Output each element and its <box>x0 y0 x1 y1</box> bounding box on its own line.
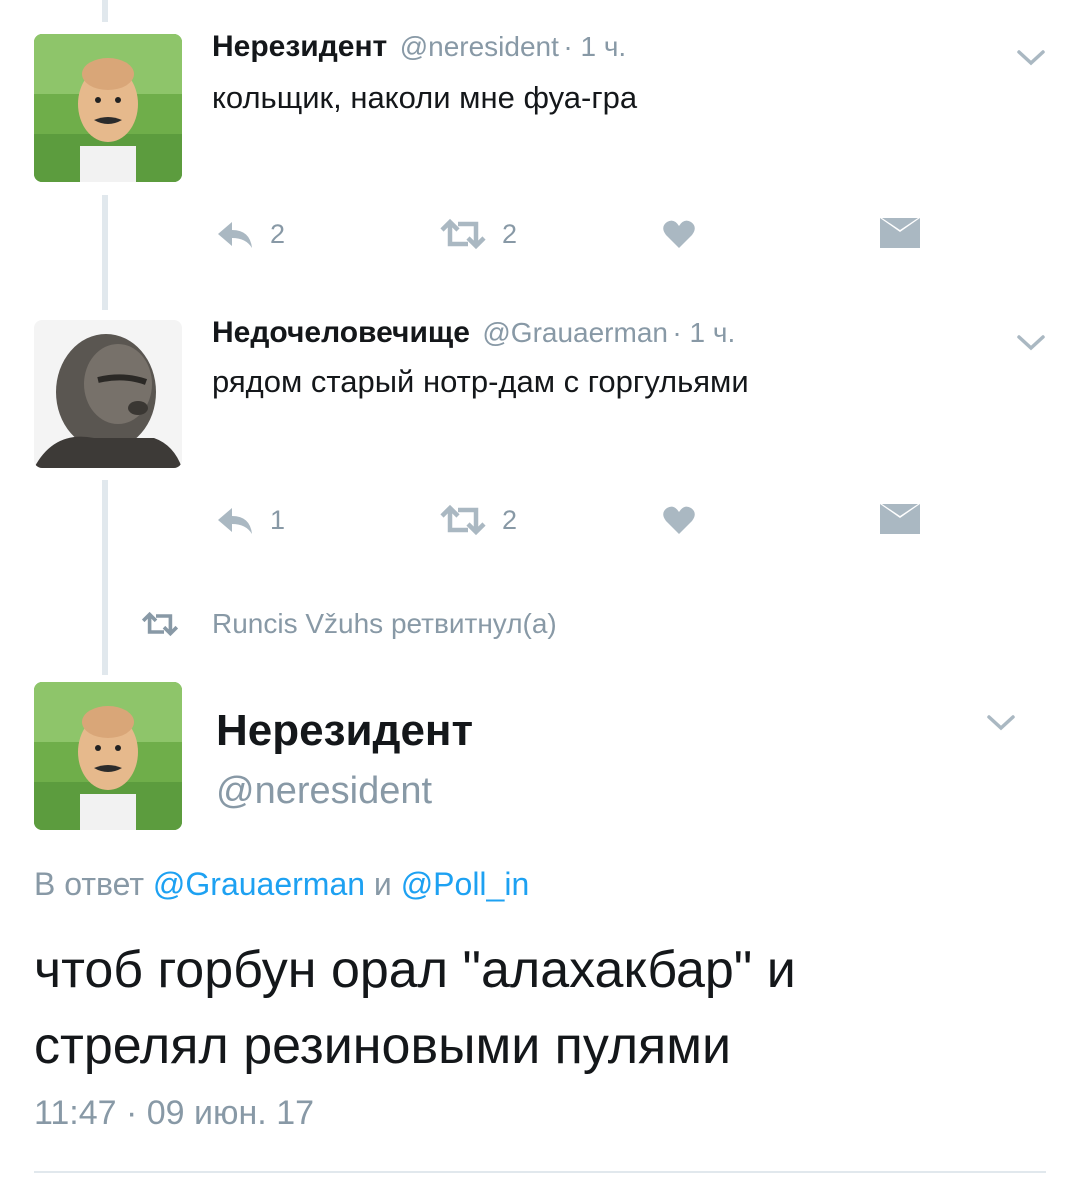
dot-separator: · <box>672 317 690 348</box>
reply-count: 2 <box>270 218 286 249</box>
reply-to: В ответ @Grauaerman и @Poll_in <box>34 866 529 903</box>
main-tweet-text: чтоб горбун орал "алахакбар" и стрелял р… <box>34 932 796 1084</box>
avatar[interactable] <box>34 682 182 830</box>
retweeted-by[interactable]: Runcis Vžuhs ретвитнул(а) <box>212 608 557 640</box>
retweet-icon <box>440 504 486 536</box>
chevron-down-icon[interactable] <box>986 713 1016 733</box>
tweet-timestamp[interactable]: 11:47 · 09 июн. 17 <box>34 1094 314 1133</box>
mention-link[interactable]: @Poll_in <box>401 866 530 902</box>
author-name[interactable]: Нерезидент <box>212 30 387 63</box>
chevron-down-icon[interactable] <box>1016 48 1046 68</box>
tweet-time[interactable]: 1 ч. <box>690 317 736 348</box>
direct-message-button[interactable] <box>880 218 920 248</box>
mention-link[interactable]: @Grauaerman <box>153 866 365 902</box>
reply-icon <box>218 508 252 534</box>
like-button[interactable] <box>662 218 696 250</box>
main-author-handle[interactable]: @neresident <box>216 770 432 813</box>
tweet-time[interactable]: 1 ч. <box>580 31 626 62</box>
heart-icon <box>663 220 695 248</box>
avatar[interactable] <box>34 320 182 468</box>
retweet-context: Runcis Vžuhs ретвитнул(а) <box>140 608 557 640</box>
tweet-header: Нерезидент @neresident · 1 ч. <box>212 30 626 64</box>
author-handle[interactable]: @neresident <box>400 31 559 62</box>
author-name[interactable]: Недочеловечище <box>212 316 470 349</box>
retweet-icon <box>440 218 486 250</box>
retweet-button[interactable]: 2 <box>438 218 517 250</box>
tweet-header: Недочеловечище @Grauaerman · 1 ч. <box>212 316 735 350</box>
reply-button[interactable]: 2 <box>216 218 285 250</box>
tweet-text: кольщик, наколи мне фуа-гра <box>212 80 638 115</box>
divider <box>34 1171 1046 1173</box>
dot-separator: · <box>563 31 581 62</box>
main-author-name[interactable]: Нерезидент <box>216 706 473 756</box>
author-handle[interactable]: @Grauaerman <box>482 317 668 348</box>
thread-line <box>102 0 108 22</box>
heart-icon <box>663 506 695 534</box>
retweet-count: 2 <box>502 504 518 535</box>
tweet-text: рядом старый нотр-дам с горгульями <box>212 364 749 399</box>
reply-icon <box>218 222 252 248</box>
retweet-button[interactable]: 2 <box>438 504 517 536</box>
thread-line <box>102 480 108 675</box>
envelope-icon <box>880 218 920 248</box>
retweet-count: 2 <box>502 218 518 249</box>
reply-and: и <box>373 866 392 902</box>
reply-count: 1 <box>270 504 286 535</box>
thread-line <box>102 195 108 310</box>
tweet-text-line: чтоб горбун орал "алахакбар" и <box>34 941 796 999</box>
tweet-text-line: стрелял резиновыми пулями <box>34 1017 731 1075</box>
like-button[interactable] <box>662 504 696 536</box>
chevron-down-icon[interactable] <box>1016 333 1046 353</box>
direct-message-button[interactable] <box>880 504 920 534</box>
reply-prefix: В ответ <box>34 866 145 902</box>
reply-button[interactable]: 1 <box>216 504 285 536</box>
retweet-icon <box>141 611 179 637</box>
envelope-icon <box>880 504 920 534</box>
avatar[interactable] <box>34 34 182 182</box>
